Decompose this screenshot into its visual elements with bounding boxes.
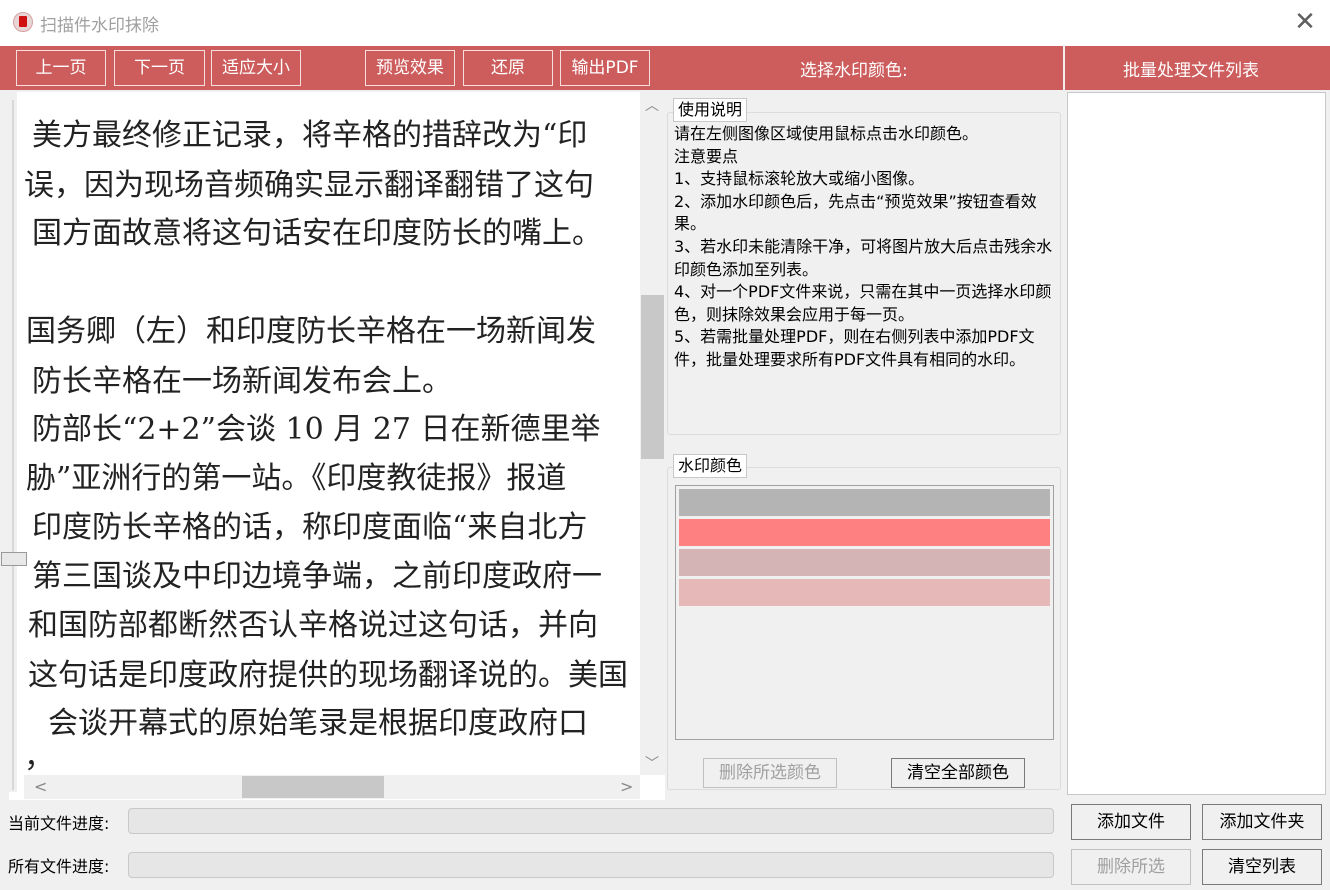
add-file-button[interactable]: 添加文件 [1071,804,1191,840]
instruction-line: 注意要点 [674,146,739,166]
document-line: 防部长“2+2”会谈 10 月 27 日在新德里举 [32,412,601,447]
document-line: 和国防部都断然否认辛格说过这句话，并向 [28,608,598,643]
color-swatch[interactable] [679,519,1050,546]
document-line: 误，因为现场音频确实显示翻译翻错了这句 [24,168,594,203]
scroll-left-icon[interactable]: < [34,777,47,796]
instruction-line: 4、对一个PDF文件来说，只需在其中一页选择水印颜色，则抹除效果会应用于每一页。 [674,282,1052,324]
document-line: 印度防长辛格的话，称印度面临“来自北方 [32,510,588,545]
vertical-scroll-thumb[interactable] [641,295,664,459]
delete-selected-file-button[interactable]: 删除所选 [1071,849,1191,885]
instruction-line: 2、添加水印颜色后，先点击“预览效果”按钮查看效果。 [674,191,1037,234]
document-line: 美方最终修正记录，将辛格的措辞改为“印 [32,118,588,153]
prev-page-button[interactable]: 上一页 [16,50,106,86]
document-line: 国务卿（左）和印度防长辛格在一场新闻发 [26,314,596,349]
instruction-line: 1、支持鼠标滚轮放大或缩小图像。 [674,169,925,189]
document-line: 防长辛格在一场新闻发布会上。 [32,364,452,399]
scroll-down-icon[interactable]: ﹀ [645,753,659,773]
batch-file-list[interactable] [1067,92,1326,795]
all-progress-label: 所有文件进度: [8,857,110,876]
document-line: 胁”亚洲行的第一站。《印度教徒报》报道 [26,461,567,496]
app-logo-icon [13,12,33,32]
color-swatch[interactable] [679,579,1050,606]
window-title: 扫描件水印抹除 [40,16,159,36]
image-left-divider [12,100,14,790]
clear-list-button[interactable]: 清空列表 [1202,849,1322,885]
preview-button[interactable]: 预览效果 [365,50,455,86]
instruction-line: 请在左侧图像区域使用鼠标点击水印颜色。 [674,124,979,143]
current-progress-label: 当前文件进度: [8,814,110,833]
close-button[interactable]: ✕ [1290,8,1320,38]
select-color-label: 选择水印颜色: [800,61,908,81]
document-line: 国方面故意将这句话安在印度防长的嘴上。 [32,216,602,251]
color-swatch[interactable] [679,489,1050,516]
scroll-up-icon[interactable]: ︿ [645,95,659,115]
instruction-line: 5、若需批量处理PDF，则在右侧列表中添加PDF文件，批量处理要求所有PDF文件… [674,327,1035,369]
current-progress-bar [128,808,1054,834]
document-line: 这句话是印度政府提供的现场翻译说的。美国 [28,658,628,693]
batch-list-title: 批量处理文件列表 [1123,61,1259,81]
watermark-color-title: 水印颜色 [673,454,748,478]
document-image[interactable]: 美方最终修正记录，将辛格的措辞改为“印 误，因为现场音频确实显示翻译翻错了这句 … [24,92,638,772]
restore-button[interactable]: 还原 [463,50,553,86]
clear-all-colors-button[interactable]: 清空全部颜色 [891,758,1025,788]
toolbar: 上一页 下一页 适应大小 预览效果 还原 输出PDF 选择水印颜色: [0,46,1063,90]
fit-size-button[interactable]: 适应大小 [211,50,301,86]
export-pdf-button[interactable]: 输出PDF [560,50,650,86]
all-progress-bar [128,852,1054,878]
delete-selected-color-button[interactable]: 删除所选颜色 [703,758,837,788]
title-bar: 扫描件水印抹除 ✕ [0,0,1330,46]
batch-list-header: 批量处理文件列表 [1065,46,1330,90]
document-line: 第三国谈及中印边境争端，之前印度政府一 [32,559,602,594]
document-line: ， [24,740,54,772]
splitter-handle[interactable] [1,552,27,566]
add-folder-button[interactable]: 添加文件夹 [1202,804,1322,840]
horizontal-scroll-thumb[interactable] [242,776,384,798]
instructions-text: 请在左侧图像区域使用鼠标点击水印颜色。 注意要点 1、支持鼠标滚轮放大或缩小图像… [674,123,1058,372]
scroll-right-icon[interactable]: > [620,777,633,796]
color-swatch[interactable] [679,549,1050,576]
app-window: 扫描件水印抹除 ✕ 上一页 下一页 适应大小 预览效果 还原 输出PDF 选择水… [0,0,1330,890]
instruction-line: 3、若水印未能清除干净，可将图片放大后点击残余水印颜色添加至列表。 [674,236,1053,279]
next-page-button[interactable]: 下一页 [114,50,205,86]
instructions-title: 使用说明 [673,98,748,122]
